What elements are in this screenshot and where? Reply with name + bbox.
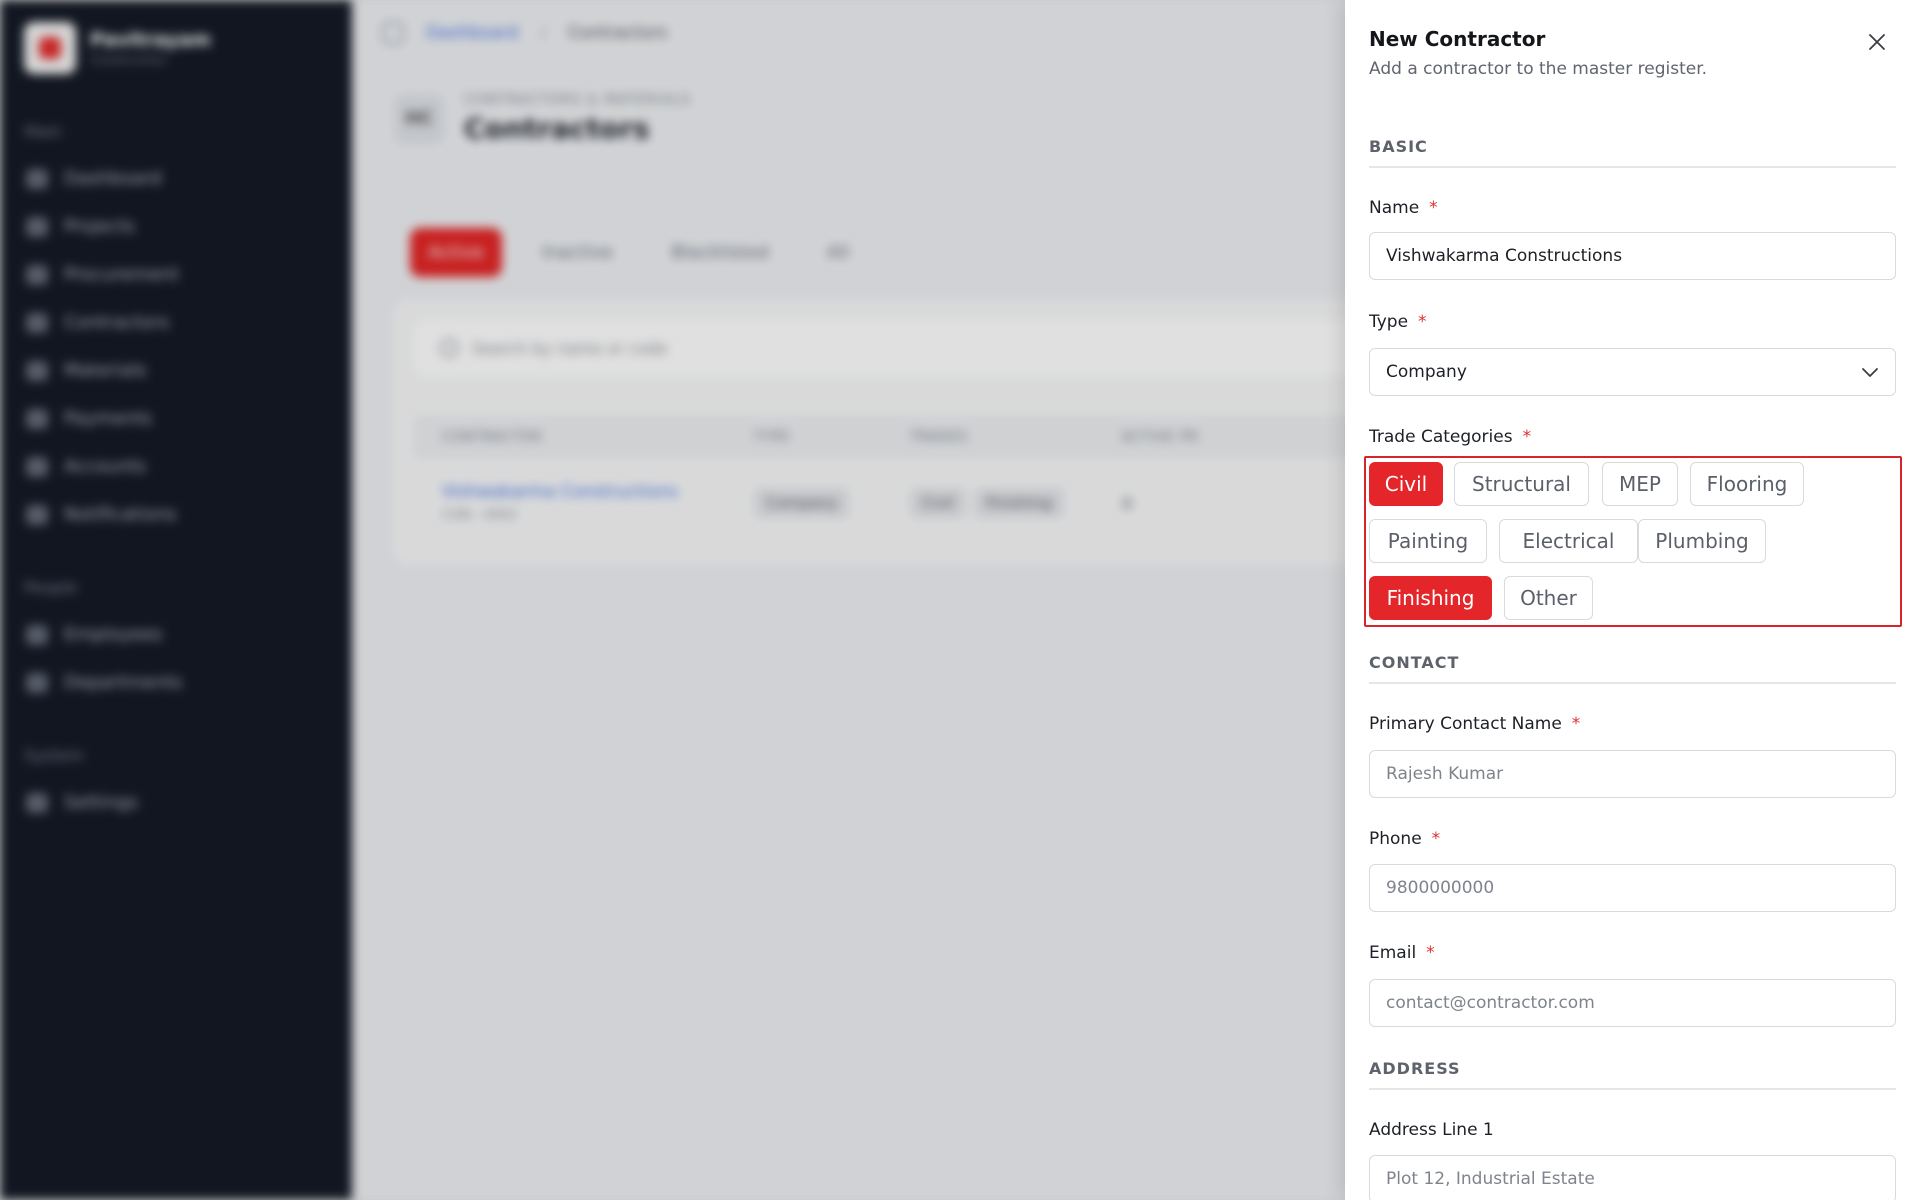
chevron-down-icon <box>1862 368 1878 377</box>
required-mark: * <box>1431 829 1441 849</box>
new-contractor-drawer: New Contractor Add a contractor to the m… <box>1345 0 1920 1200</box>
name-input[interactable] <box>1369 232 1896 280</box>
trade-chip-finishing[interactable]: Finishing <box>1369 576 1492 620</box>
trade-chip-flooring[interactable]: Flooring <box>1690 462 1804 506</box>
drawer-subtitle: Add a contractor to the master register. <box>1369 59 1708 79</box>
trade-chip-other[interactable]: Other <box>1504 576 1593 620</box>
trade-chip-civil[interactable]: Civil <box>1369 462 1443 506</box>
phone-input[interactable] <box>1369 864 1896 912</box>
section-contact: CONTACT <box>1369 653 1896 684</box>
address-line-1-label: Address Line 1 <box>1369 1120 1494 1140</box>
trade-chip-electrical[interactable]: Electrical <box>1499 519 1638 563</box>
phone-label: Phone * <box>1369 829 1441 849</box>
contact-name-label: Primary Contact Name * <box>1369 714 1581 734</box>
email-label: Email * <box>1369 943 1435 963</box>
email-input[interactable] <box>1369 979 1896 1027</box>
trade-chip-structural[interactable]: Structural <box>1454 462 1589 506</box>
contact-name-input[interactable] <box>1369 750 1896 798</box>
required-mark: * <box>1571 714 1581 734</box>
section-address: ADDRESS <box>1369 1059 1896 1090</box>
type-label: Type * <box>1369 312 1427 332</box>
required-mark: * <box>1522 427 1532 447</box>
address-line-1-input[interactable] <box>1369 1155 1896 1200</box>
type-select[interactable]: Company <box>1369 348 1896 396</box>
trade-categories-label: Trade Categories * <box>1369 427 1532 447</box>
drawer-title: New Contractor <box>1369 27 1546 51</box>
trade-chip-mep[interactable]: MEP <box>1602 462 1678 506</box>
type-select-value: Company <box>1386 362 1467 382</box>
close-icon <box>1869 34 1885 50</box>
required-mark: * <box>1429 198 1438 218</box>
trade-chip-plumbing[interactable]: Plumbing <box>1638 519 1766 563</box>
required-mark: * <box>1418 312 1427 332</box>
section-basic: BASIC <box>1369 137 1896 168</box>
trade-chip-painting[interactable]: Painting <box>1369 519 1487 563</box>
required-mark: * <box>1426 943 1435 963</box>
close-button[interactable] <box>1863 28 1891 56</box>
name-label: Name * <box>1369 198 1438 218</box>
